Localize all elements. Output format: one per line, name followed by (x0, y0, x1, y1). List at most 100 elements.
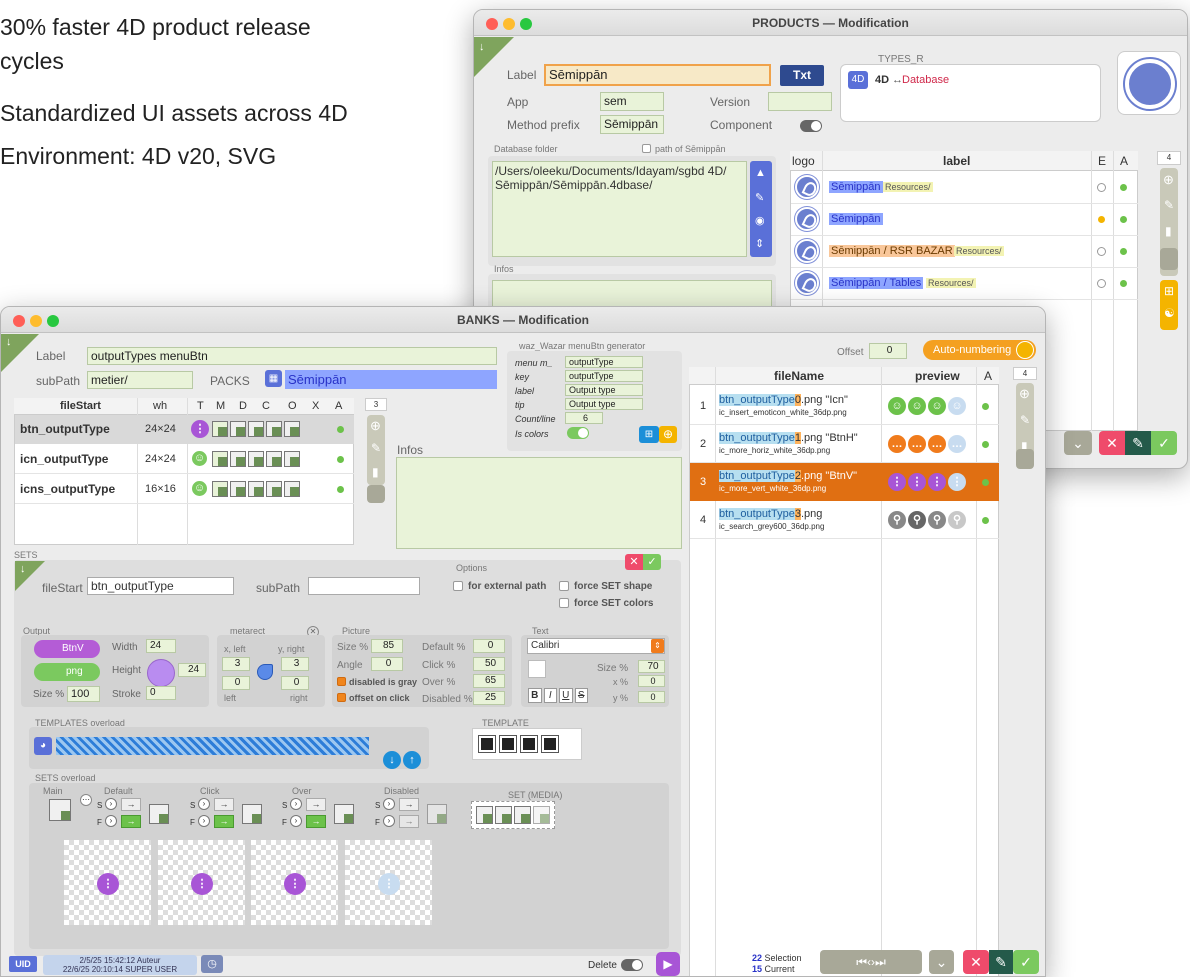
add-icon[interactable]: ⊕ (1019, 386, 1030, 402)
chevron-right-icon[interactable]: › (290, 815, 302, 827)
gen-val-1[interactable]: outputType (565, 370, 643, 382)
btnv-pill[interactable]: BtnV (34, 640, 100, 658)
sets-cancel-button[interactable]: ✕ (625, 554, 643, 570)
trash-icon[interactable]: ▮ (372, 465, 379, 479)
generate-icon[interactable]: ⊞ (639, 426, 659, 443)
s-arrow[interactable]: → (399, 798, 419, 811)
png-pill[interactable]: png (34, 663, 100, 681)
state-thumb[interactable] (149, 804, 169, 824)
table-row[interactable]: icn_outputType 24×24 ☺ (15, 445, 354, 474)
preview-over[interactable]: ⋮ (251, 840, 338, 925)
txt-button[interactable]: Txt (780, 65, 824, 86)
click-pct-input[interactable]: 50 (473, 657, 505, 671)
path-checkbox[interactable] (642, 144, 651, 153)
text-color-swatch[interactable] (528, 660, 546, 678)
list-item[interactable]: 1 btn_outputType0.png "Icn" ic_insert_em… (690, 387, 999, 425)
offset-input[interactable]: 0 (869, 343, 907, 359)
close-dot-icon[interactable] (486, 18, 498, 30)
edit-button[interactable]: ✎ (989, 950, 1013, 974)
bold-button[interactable]: B (528, 688, 542, 703)
preview-default[interactable]: ⋮ (64, 840, 151, 925)
width-input[interactable]: 24 (146, 639, 176, 653)
cancel-button[interactable]: ✕ (1099, 431, 1125, 455)
strike-button[interactable]: S (574, 688, 588, 703)
f-arrow[interactable]: → (399, 815, 419, 828)
psize-input[interactable]: 85 (371, 639, 403, 653)
list-item[interactable]: Sēmippān / RSR BAZAR Resources/ (791, 236, 1138, 268)
chevron-right-icon[interactable]: › (290, 798, 302, 810)
minimize-dot-icon[interactable] (30, 315, 42, 327)
meta-y[interactable]: 3 (281, 657, 309, 671)
dropdown-button[interactable]: ⌄ (929, 950, 954, 974)
list-item[interactable]: Sēmippān / Tables Resources/ (791, 268, 1138, 300)
eye-icon[interactable]: ◉ (755, 214, 765, 227)
preview-disabled[interactable]: ⋮ (345, 840, 432, 925)
delete-toggle[interactable] (621, 959, 643, 971)
over-pct-input[interactable]: 65 (473, 674, 505, 688)
chevron-right-icon[interactable]: › (105, 798, 117, 810)
palette-icon[interactable]: ◕ (34, 737, 52, 755)
template-preview[interactable] (472, 728, 582, 760)
thumb-up-icon[interactable]: ▲ (755, 167, 766, 179)
y-pct-input[interactable]: 0 (638, 691, 665, 703)
list-item[interactable]: 4 btn_outputType3.png ic_search_grey600_… (690, 501, 999, 539)
component-toggle[interactable] (800, 120, 822, 132)
version-input[interactable] (768, 92, 832, 111)
stroke-input[interactable]: 0 (146, 686, 176, 700)
f-arrow[interactable]: → (214, 815, 234, 828)
zoom-dot-icon[interactable] (47, 315, 59, 327)
edit-icon[interactable]: ✎ (1020, 413, 1030, 427)
add-icon[interactable]: ⊕ (370, 418, 381, 434)
list-item[interactable]: Sēmippān Resources/ (791, 172, 1138, 204)
force-colors-checkbox[interactable] (559, 598, 569, 608)
wrench-icon[interactable]: ✎ (755, 191, 764, 204)
main-thumb[interactable] (49, 799, 71, 821)
chevron-right-icon[interactable]: › (383, 815, 395, 827)
edit-icon[interactable]: ✎ (1164, 198, 1174, 212)
meta-x[interactable]: 3 (222, 657, 250, 671)
add-icon[interactable]: ⊕ (659, 426, 677, 443)
list-item-selected[interactable]: 3 btn_outputType2.png "BtnV" ic_more_ver… (690, 463, 999, 501)
validate-button[interactable]: ✓ (1151, 431, 1177, 455)
angle-input[interactable]: 0 (371, 657, 403, 671)
add-icon[interactable]: ⊕ (1163, 172, 1174, 188)
is-colors-toggle[interactable] (567, 427, 589, 439)
table-row[interactable]: btn_outputType 24×24 ⋮ (15, 415, 354, 444)
state-thumb[interactable] (334, 804, 354, 824)
gen-val-0[interactable]: outputType (565, 356, 643, 368)
s-arrow[interactable]: → (214, 798, 234, 811)
clock-icon[interactable]: ◷ (201, 955, 223, 973)
label-input[interactable]: outputTypes menuBtn (87, 347, 497, 365)
expand-icon[interactable]: ⇕ (755, 237, 764, 250)
edit-icon[interactable]: ✎ (371, 441, 381, 455)
table-row[interactable]: icns_outputType 16×16 ☺ (15, 475, 354, 504)
more-icon[interactable] (1016, 449, 1034, 469)
force-shape-checkbox[interactable] (559, 581, 569, 591)
f-arrow[interactable]: → (306, 815, 326, 828)
count-line-input[interactable]: 6 (565, 412, 603, 424)
underline-button[interactable]: U (559, 688, 573, 703)
edit-button[interactable]: ✎ (1125, 431, 1151, 455)
packs-grid-icon[interactable]: ▦ (265, 370, 282, 387)
yin-yang-icon[interactable]: ☯ (1164, 306, 1175, 320)
arrow-down-icon[interactable]: ↓ (383, 751, 401, 769)
arrow-up-icon[interactable]: ↑ (403, 751, 421, 769)
uid-badge[interactable]: UID (9, 956, 37, 972)
preview-click[interactable]: ⋮ (158, 840, 245, 925)
chevron-right-icon[interactable]: › (198, 815, 210, 827)
meta-left[interactable]: 0 (222, 676, 250, 690)
last-record-icon[interactable]: ⏭ (875, 955, 886, 969)
height-input[interactable]: 24 (178, 663, 206, 677)
minimize-dot-icon[interactable] (503, 18, 515, 30)
sets-subpath-input[interactable] (308, 577, 420, 595)
s-arrow[interactable]: → (121, 798, 141, 811)
chevron-right-icon[interactable]: › (383, 798, 395, 810)
meta-right[interactable]: 0 (281, 676, 309, 690)
method-prefix-input[interactable]: Sēmippān (600, 115, 664, 134)
offset-click-checkbox[interactable] (337, 693, 346, 702)
dropdown-button[interactable]: ⌄ (1064, 431, 1092, 455)
shape-preview[interactable] (147, 659, 175, 687)
more-icon[interactable]: ⋯ (80, 794, 92, 806)
chevron-right-icon[interactable]: › (105, 815, 117, 827)
types-box[interactable]: 4D 4D ↔ Database (840, 64, 1101, 122)
